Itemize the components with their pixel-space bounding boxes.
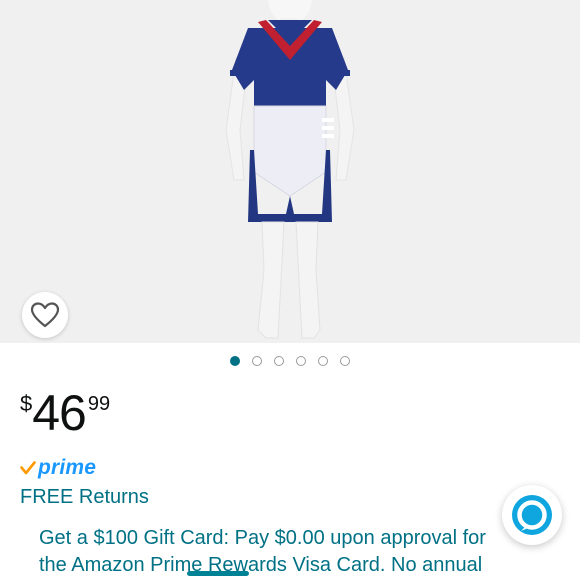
gift-card-promo-link[interactable]: Get a $100 Gift Card: Pay $0.00 upon app… bbox=[39, 525, 515, 580]
product-photo bbox=[225, 0, 355, 339]
image-carousel-dots bbox=[0, 352, 580, 370]
product-image[interactable] bbox=[0, 0, 580, 343]
prime-check-icon bbox=[20, 461, 36, 475]
carousel-dot[interactable] bbox=[318, 356, 328, 366]
price: $ 46 99 bbox=[20, 385, 110, 441]
alexa-icon bbox=[512, 495, 552, 535]
carousel-dot[interactable] bbox=[274, 356, 284, 366]
scroll-indicator bbox=[187, 571, 249, 576]
price-currency-symbol: $ bbox=[20, 391, 33, 416]
heart-icon bbox=[30, 302, 60, 328]
free-returns-link[interactable]: FREE Returns bbox=[20, 486, 149, 509]
carousel-dot[interactable] bbox=[230, 356, 240, 366]
price-fraction: 99 bbox=[87, 393, 111, 415]
wishlist-button[interactable] bbox=[22, 292, 68, 338]
alexa-button[interactable] bbox=[502, 485, 562, 545]
carousel-dot[interactable] bbox=[252, 356, 262, 366]
prime-badge: prime bbox=[20, 456, 96, 480]
prime-label: prime bbox=[38, 456, 97, 479]
carousel-dot[interactable] bbox=[340, 356, 350, 366]
carousel-dot[interactable] bbox=[296, 356, 306, 366]
price-whole: 46 bbox=[32, 385, 87, 441]
